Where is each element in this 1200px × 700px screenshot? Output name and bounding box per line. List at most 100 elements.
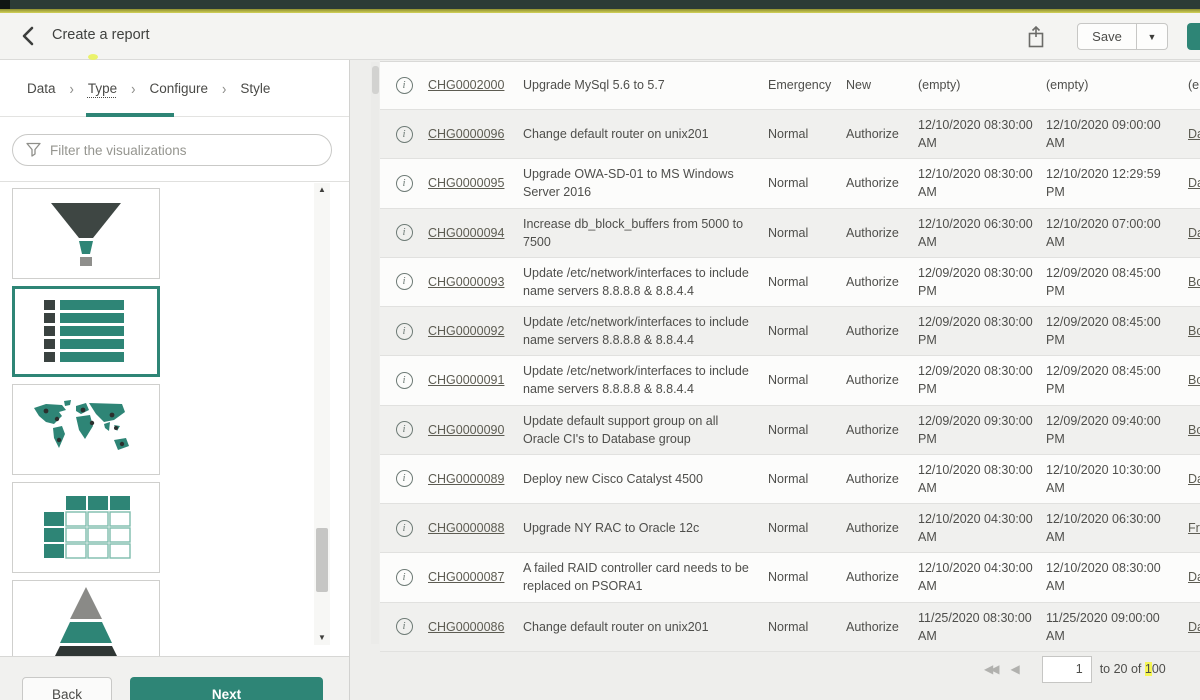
assigned-to-link[interactable]: Dav [1174,464,1200,494]
change-number-link[interactable]: CHG0000089 [428,464,523,494]
step-type[interactable]: Type [88,81,117,96]
short-description-cell: Upgrade MySql 5.6 to 5.7 [523,70,768,100]
end-date-cell: 12/09/2020 08:45:00PM [1046,356,1174,404]
table-row[interactable]: i CHG0002000 Upgrade MySql 5.6 to 5.7 Em… [380,62,1200,110]
end-date-cell: 11/25/2020 09:00:00AM [1046,603,1174,651]
change-number-link[interactable]: CHG0000091 [428,365,523,395]
end-date-cell: 12/09/2020 09:40:00PM [1046,406,1174,454]
end-date-cell: 12/09/2020 08:45:00PM [1046,307,1174,355]
info-icon[interactable]: i [396,372,413,389]
step-configure[interactable]: Configure [150,81,209,96]
viz-thumb-list[interactable] [12,286,160,377]
assigned-to-link[interactable]: Dav [1174,119,1200,149]
share-export-icon [1027,25,1045,49]
change-number-link[interactable]: CHG0000092 [428,316,523,346]
change-number-link[interactable]: CHG0000088 [428,513,523,543]
previous-page-button[interactable]: ◀ [1010,662,1019,676]
short-description-cell: Update /etc/network/interfaces to includ… [523,356,768,404]
step-style[interactable]: Style [240,81,270,96]
first-page-button[interactable]: ◀◀ [984,662,996,676]
info-icon[interactable]: i [396,470,413,487]
table-row[interactable]: i CHG0000096 Change default router on un… [380,110,1200,159]
priority-cell: Normal [768,168,846,198]
table-row[interactable]: i CHG0000091 Update /etc/network/interfa… [380,356,1200,405]
info-icon[interactable]: i [396,618,413,635]
scrollbar-thumb[interactable] [316,528,328,592]
assigned-to-link[interactable]: Dav [1174,218,1200,248]
table-row[interactable]: i CHG0000093 Update /etc/network/interfa… [380,258,1200,307]
change-number-link[interactable]: CHG0000095 [428,168,523,198]
info-icon[interactable]: i [396,421,413,438]
viz-thumb-heatmap[interactable] [12,482,160,573]
change-number-link[interactable]: CHG0002000 [428,70,523,100]
filter-visualizations-input[interactable] [50,143,331,158]
viz-thumb-funnel[interactable] [12,188,160,279]
scrollbar-down-icon[interactable]: ▼ [314,631,330,645]
table-row[interactable]: i CHG0000088 Upgrade NY RAC to Oracle 12… [380,504,1200,553]
change-number-link[interactable]: CHG0000093 [428,267,523,297]
short-description-cell: Update /etc/network/interfaces to includ… [523,307,768,355]
table-row[interactable]: i CHG0000094 Increase db_block_buffers f… [380,209,1200,258]
assigned-to-link[interactable]: Fre [1174,513,1200,543]
row-range-label: to 20 of 100 [1100,662,1166,676]
assigned-to-link[interactable]: Dav [1174,562,1200,592]
change-number-link[interactable]: CHG0000087 [428,562,523,592]
change-number-link[interactable]: CHG0000094 [428,218,523,248]
next-button[interactable]: Next [130,677,323,700]
start-date-cell: (empty) [918,70,1046,100]
table-scrollbar-thumb[interactable] [372,66,379,94]
info-icon[interactable]: i [396,273,413,290]
short-description-cell: Change default router on unix201 [523,612,768,642]
run-button-clipped[interactable] [1187,23,1200,50]
end-date-cell: 12/10/2020 08:30:00AM [1046,553,1174,601]
table-row[interactable]: i CHG0000089 Deploy new Cisco Catalyst 4… [380,455,1200,504]
table-row[interactable]: i CHG0000092 Update /etc/network/interfa… [380,307,1200,356]
short-description-cell: Deploy new Cisco Catalyst 4500 [523,464,768,494]
state-cell: Authorize [846,612,918,642]
save-button[interactable]: Save [1077,23,1137,50]
save-dropdown-button[interactable]: ▼ [1137,23,1168,50]
info-icon[interactable]: i [396,126,413,143]
table-row[interactable]: i CHG0000087 A failed RAID controller ca… [380,553,1200,602]
table-row[interactable]: i CHG0000086 Change default router on un… [380,603,1200,652]
wizard-footer: Back Next [0,656,349,700]
table-scrollbar[interactable] [371,62,379,644]
viz-thumb-map[interactable] [12,384,160,475]
assigned-to-link[interactable]: Bow [1174,365,1200,395]
info-icon[interactable]: i [396,77,413,94]
change-number-link[interactable]: CHG0000086 [428,612,523,642]
sidebar-scrollbar[interactable]: ▲ ▼ [314,183,330,645]
priority-cell: Normal [768,365,846,395]
info-icon[interactable]: i [396,175,413,192]
assigned-to-link[interactable]: Bow [1174,267,1200,297]
assigned-to-link[interactable]: Dav [1174,612,1200,642]
assigned-to-link[interactable]: Bow [1174,415,1200,445]
page-number-input[interactable] [1042,656,1092,683]
table-row[interactable]: i CHG0000095 Upgrade OWA-SD-01 to MS Win… [380,159,1200,208]
report-table: i CHG0002000 Upgrade MySql 5.6 to 5.7 Em… [380,61,1200,652]
info-icon[interactable]: i [396,323,413,340]
info-icon[interactable]: i [396,520,413,537]
scrollbar-up-icon[interactable]: ▲ [314,183,330,197]
end-date-cell: 12/09/2020 08:45:00PM [1046,258,1174,306]
change-number-link[interactable]: CHG0000096 [428,119,523,149]
funnel-chart-icon [26,199,146,269]
share-export-button[interactable] [1027,23,1055,51]
report-designer-sidebar: Data›Type›Configure›Style [0,60,350,700]
priority-cell: Normal [768,562,846,592]
short-description-cell: Upgrade OWA-SD-01 to MS Windows Server 2… [523,159,768,207]
assigned-to-link[interactable]: (em [1174,70,1200,100]
back-arrow-button[interactable] [20,23,46,49]
info-icon[interactable]: i [396,224,413,241]
change-number-link[interactable]: CHG0000090 [428,415,523,445]
assigned-to-link[interactable]: Dav [1174,168,1200,198]
state-cell: Authorize [846,464,918,494]
short-description-cell: Change default router on unix201 [523,119,768,149]
back-button[interactable]: Back [22,677,112,700]
step-data[interactable]: Data [27,81,56,96]
info-icon[interactable]: i [396,569,413,586]
start-date-cell: 12/10/2020 08:30:00AM [918,455,1046,503]
heatmap-table-icon [26,493,146,563]
assigned-to-link[interactable]: Bow [1174,316,1200,346]
table-row[interactable]: i CHG0000090 Update default support grou… [380,406,1200,455]
